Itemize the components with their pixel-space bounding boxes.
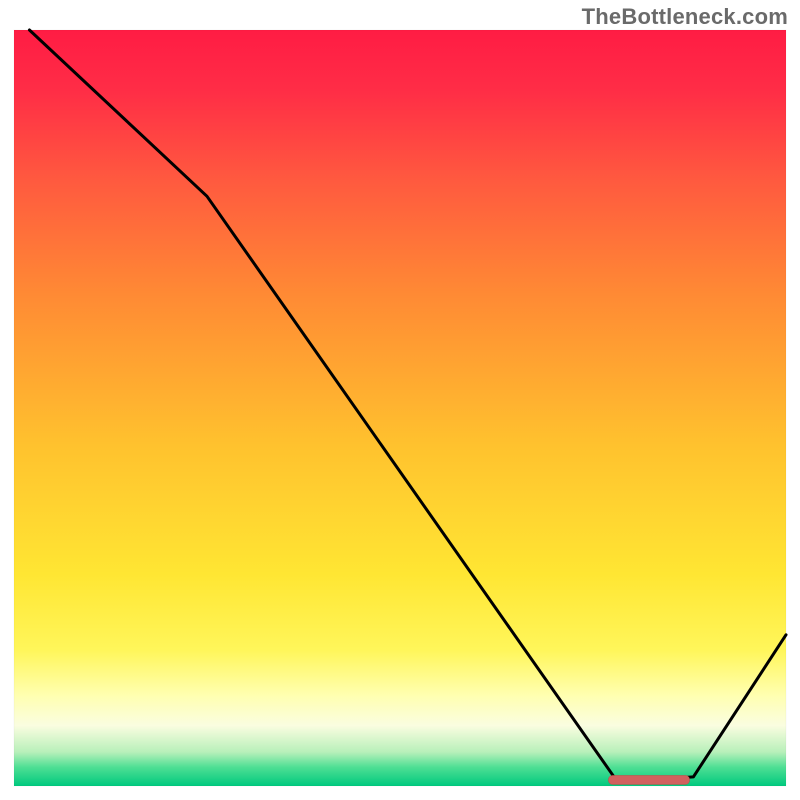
bottleneck-curve-chart xyxy=(0,0,800,800)
watermark-text: TheBottleneck.com xyxy=(582,4,788,30)
optimal-marker xyxy=(608,775,689,784)
gradient-background xyxy=(14,30,786,786)
chart-canvas: TheBottleneck.com xyxy=(0,0,800,800)
